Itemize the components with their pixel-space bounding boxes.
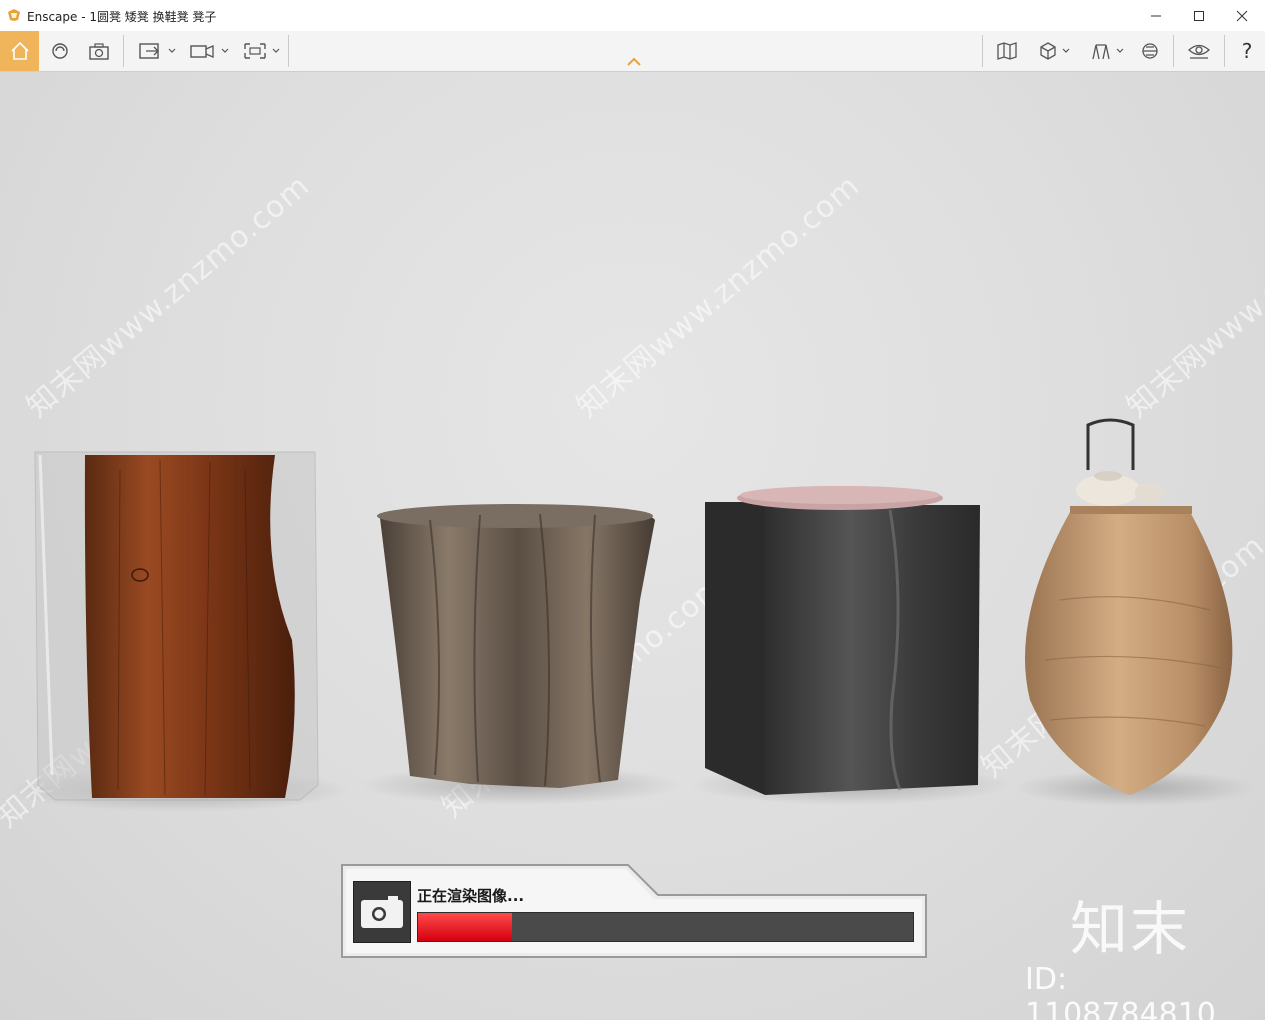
maximize-icon (1194, 10, 1204, 21)
enscape-logo-icon (8, 9, 20, 21)
video-export-icon (190, 45, 214, 58)
visibility-icon (1188, 44, 1210, 59)
screenshot-button[interactable] (82, 31, 116, 71)
screenshot-icon (89, 43, 109, 60)
collapse-toolbar-button[interactable] (620, 31, 648, 71)
chevron-down-icon (272, 48, 280, 53)
chevron-down-icon (1116, 48, 1124, 53)
settings-button[interactable] (1134, 31, 1166, 71)
tree-stump-stool (377, 504, 655, 788)
chevron-down-icon (221, 48, 229, 53)
cube-view-button[interactable] (1030, 31, 1078, 71)
chevron-up-icon (627, 57, 641, 66)
resin-wood-stool (34, 451, 319, 801)
cube-view-icon (1040, 42, 1056, 60)
wooden-tea-table (1025, 418, 1233, 795)
map-button[interactable] (990, 31, 1024, 71)
settings-icon (1142, 43, 1158, 59)
asset-library-button[interactable] (1082, 31, 1132, 71)
maximize-button[interactable] (1176, 0, 1222, 31)
image-id-label: ID: 1108784810 (1025, 962, 1216, 1020)
close-icon (1236, 10, 1248, 21)
chevron-down-icon (1062, 48, 1070, 53)
minimize-icon (1151, 15, 1161, 16)
asset-library-icon (1092, 44, 1110, 60)
render-progress-bar (417, 912, 914, 942)
toolbar: ? (0, 31, 1265, 72)
help-label: ? (1241, 39, 1253, 63)
visibility-button[interactable] (1182, 31, 1216, 71)
chevron-down-icon (168, 48, 176, 53)
batch-render-icon (139, 43, 159, 59)
render-camera-icon-box (353, 881, 411, 943)
toolbar-separator (1224, 35, 1225, 67)
help-button[interactable]: ? (1230, 31, 1264, 71)
export-icon (244, 43, 266, 59)
toolbar-separator (982, 35, 983, 67)
orbit-icon (52, 43, 68, 59)
home-button[interactable] (0, 31, 39, 71)
window-title: Enscape - 1圆凳 矮凳 换鞋凳 凳子 (27, 10, 217, 24)
video-export-button[interactable] (186, 31, 232, 71)
orbit-button[interactable] (44, 31, 76, 71)
batch-render-button[interactable] (134, 31, 180, 71)
black-cushion-stool (705, 486, 980, 795)
brand-watermark: 知末 (1070, 895, 1191, 963)
toolbar-separator (123, 35, 124, 67)
export-button[interactable] (238, 31, 284, 71)
close-button[interactable] (1219, 0, 1265, 31)
title-bar: Enscape - 1圆凳 矮凳 换鞋凳 凳子 (0, 0, 1265, 32)
render-status-text: 正在渲染图像... (417, 887, 525, 905)
home-icon (10, 41, 29, 60)
camera-icon (361, 896, 403, 928)
toolbar-separator (288, 35, 289, 67)
render-progress-fill (418, 913, 513, 941)
toolbar-separator (1173, 35, 1174, 67)
minimize-button[interactable] (1133, 0, 1179, 31)
map-icon (997, 42, 1017, 60)
